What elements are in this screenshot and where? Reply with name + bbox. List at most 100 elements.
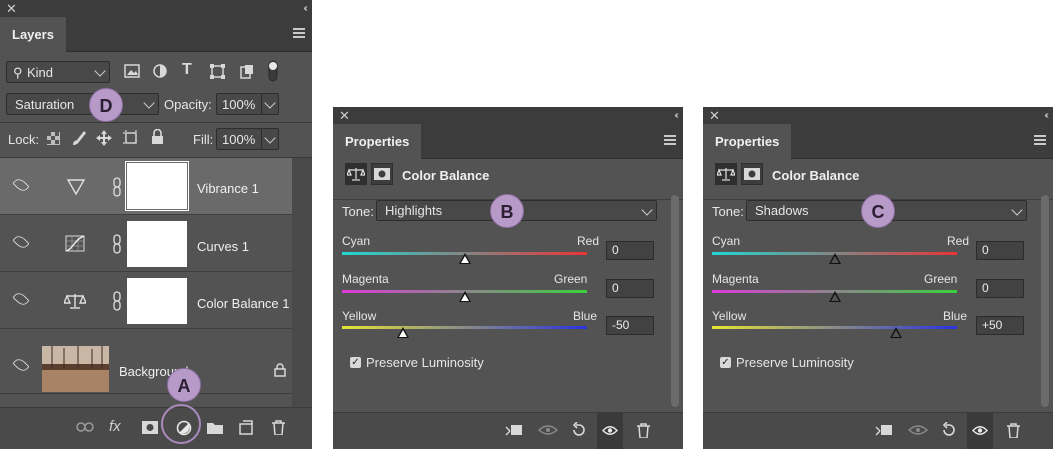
mask-icon[interactable] — [741, 163, 763, 185]
pixel-filter-icon[interactable] — [124, 64, 140, 78]
callout-badge-b: B — [490, 194, 524, 228]
opacity-value: 100% — [222, 97, 256, 112]
visibility-eye-icon[interactable] — [12, 233, 30, 251]
slider-left-label: Yellow — [342, 309, 377, 323]
view-previous-state-icon[interactable] — [538, 424, 558, 436]
reset-icon[interactable] — [941, 422, 957, 438]
filter-kind-select[interactable]: ⚲ Kind — [6, 61, 110, 83]
chevron-down-icon — [264, 97, 276, 109]
slider-value-field[interactable]: 0 — [606, 279, 654, 298]
preserve-luminosity-label: Preserve Luminosity — [366, 355, 484, 370]
new-layer-icon[interactable] — [239, 420, 253, 435]
chevron-down-icon — [143, 97, 155, 109]
tab-properties[interactable]: Properties — [703, 124, 792, 159]
lock-all-icon[interactable] — [151, 129, 164, 145]
properties-bottom-bar — [703, 412, 1053, 449]
slider-right-label: Blue — [573, 309, 598, 323]
tone-label: Tone: — [712, 204, 744, 219]
layers-panel: ✕ ‹‹ Layers ⚲ Kind T Saturation Opacity:… — [0, 0, 312, 449]
shape-filter-icon[interactable] — [210, 64, 225, 79]
lock-transparency-icon[interactable] — [47, 132, 60, 145]
layer-row-vibrance[interactable]: Vibrance 1 — [0, 158, 292, 215]
mask-icon[interactable] — [142, 421, 158, 434]
preserve-luminosity-checkbox[interactable]: ✓ — [720, 357, 731, 368]
tab-properties[interactable]: Properties — [333, 124, 422, 159]
chevron-down-icon — [1011, 204, 1023, 216]
blend-mode-select[interactable]: Saturation — [6, 93, 159, 115]
layer-mask-thumbnail[interactable] — [127, 221, 187, 267]
clip-to-layer-icon[interactable] — [505, 423, 523, 437]
image-thumbnail[interactable] — [42, 346, 109, 392]
slider-value-field[interactable]: 0 — [976, 241, 1024, 260]
scrollbar-thumb[interactable] — [1041, 195, 1049, 407]
link-chain-icon — [113, 177, 121, 197]
properties-bottom-bar — [333, 412, 683, 449]
divider — [0, 122, 312, 123]
preserve-luminosity-checkbox[interactable]: ✓ — [350, 357, 361, 368]
slider-value-field[interactable]: -50 — [606, 316, 654, 335]
collapse-icon[interactable]: ‹‹ — [674, 107, 678, 124]
collapse-icon[interactable]: ‹‹ — [1044, 107, 1048, 124]
color-balance-icon[interactable] — [715, 163, 737, 185]
smart-object-filter-icon[interactable] — [240, 64, 254, 79]
fill-dropdown[interactable] — [261, 128, 279, 150]
tab-layers[interactable]: Layers — [0, 17, 66, 52]
close-icon[interactable]: ✕ — [709, 107, 720, 124]
scrollbar-track[interactable] — [292, 158, 312, 408]
close-icon[interactable]: ✕ — [6, 0, 17, 17]
lock-artboard-icon[interactable] — [123, 130, 139, 146]
slider-value-field[interactable]: 0 — [606, 241, 654, 260]
fx-icon[interactable]: fx — [109, 418, 121, 435]
visibility-eye-icon[interactable] — [12, 290, 30, 308]
panel-menu-icon[interactable] — [664, 135, 676, 147]
visibility-toggle[interactable] — [597, 413, 623, 449]
slider-left-label: Yellow — [712, 309, 747, 323]
layer-row-color-balance[interactable]: Color Balance 1 — [0, 272, 292, 329]
collapse-icon[interactable]: ‹‹ — [303, 0, 307, 17]
lock-label: Lock: — [8, 132, 40, 147]
adjustment-filter-icon[interactable] — [153, 64, 167, 78]
filter-toggle-icon[interactable] — [268, 60, 278, 82]
tab-bar: Layers — [0, 17, 312, 52]
mask-icon[interactable] — [371, 163, 393, 185]
link-icon[interactable] — [76, 422, 94, 432]
trash-icon[interactable] — [637, 423, 650, 438]
reset-icon[interactable] — [571, 422, 587, 438]
trash-icon[interactable] — [272, 420, 285, 435]
tone-label: Tone: — [342, 204, 374, 219]
visibility-eye-icon[interactable] — [12, 356, 30, 374]
fill-label: Fill: — [193, 132, 214, 147]
opacity-field[interactable]: 100% — [216, 93, 262, 115]
trash-icon[interactable] — [1007, 423, 1020, 438]
slider-right-label: Blue — [943, 309, 968, 323]
close-icon[interactable]: ✕ — [339, 107, 350, 124]
panel-menu-icon[interactable] — [293, 28, 305, 40]
layers-bottom-bar: fx — [0, 407, 312, 449]
yellow-blue-slider[interactable] — [712, 326, 957, 329]
eye-icon — [602, 426, 618, 435]
layer-mask-thumbnail[interactable] — [125, 161, 189, 211]
callout-badge-c: C — [861, 194, 895, 228]
panel-title-strip: ✕ ‹‹ — [703, 107, 1053, 124]
lock-pixels-brush-icon[interactable] — [72, 130, 86, 146]
layer-row-background[interactable]: Background — [0, 329, 292, 394]
lock-icon — [274, 363, 286, 377]
fill-field[interactable]: 100% — [216, 128, 262, 150]
layer-row-curves[interactable]: Curves 1 — [0, 215, 292, 272]
yellow-blue-slider[interactable] — [342, 326, 587, 329]
scrollbar-thumb[interactable] — [671, 195, 679, 407]
view-previous-state-icon[interactable] — [908, 424, 928, 436]
chevron-down-icon — [264, 132, 276, 144]
visibility-eye-icon[interactable] — [12, 176, 30, 194]
slider-value-field[interactable]: +50 — [976, 316, 1024, 335]
visibility-toggle[interactable] — [967, 413, 993, 449]
folder-icon[interactable] — [207, 421, 223, 434]
color-balance-icon[interactable] — [345, 163, 367, 185]
type-filter-icon[interactable]: T — [182, 61, 192, 79]
panel-menu-icon[interactable] — [1034, 135, 1046, 147]
lock-position-move-icon[interactable] — [96, 130, 112, 146]
clip-to-layer-icon[interactable] — [875, 423, 893, 437]
layer-mask-thumbnail[interactable] — [127, 278, 187, 324]
slider-value-field[interactable]: 0 — [976, 279, 1024, 298]
opacity-dropdown[interactable] — [261, 93, 279, 115]
